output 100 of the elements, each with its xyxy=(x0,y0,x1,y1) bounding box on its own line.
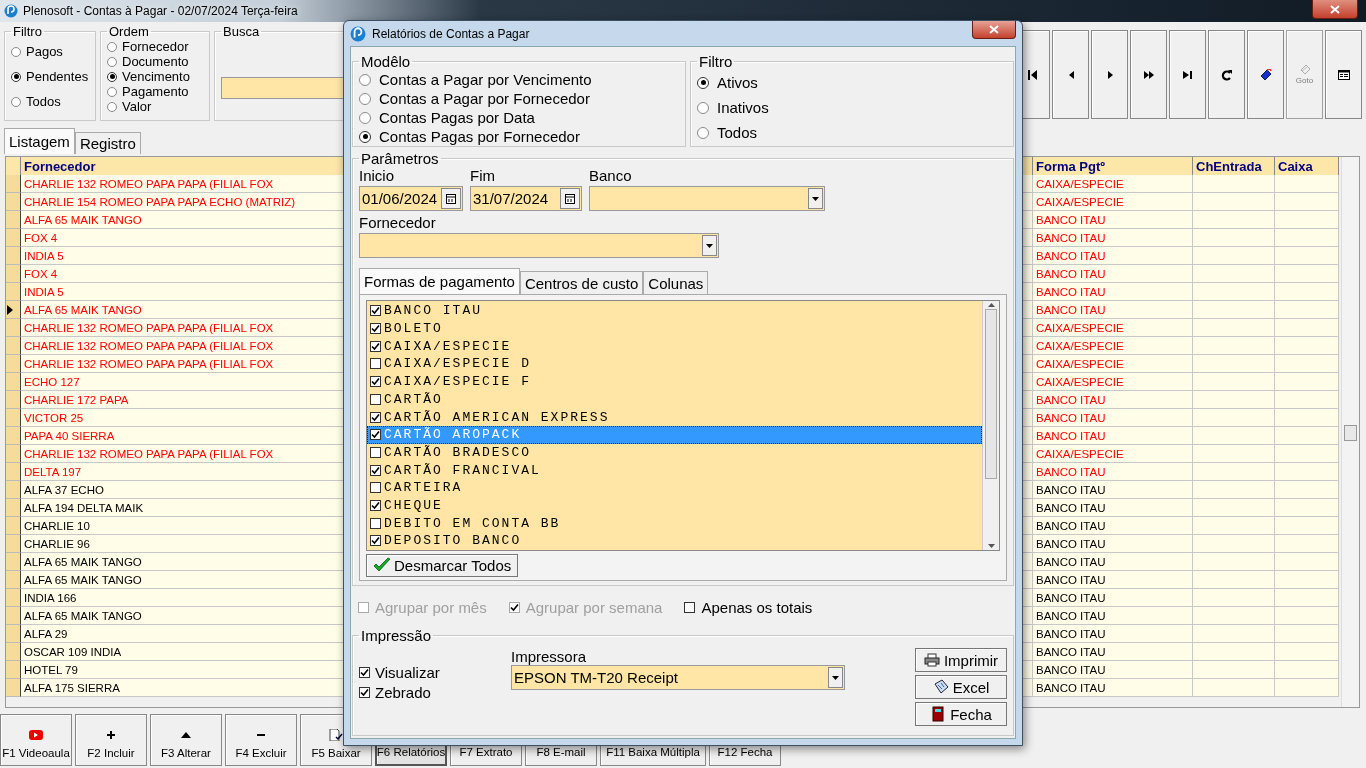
row-selector[interactable] xyxy=(6,445,21,463)
column-header[interactable]: ChEntrada xyxy=(1193,157,1275,177)
filter-radio[interactable]: Todos xyxy=(11,89,89,114)
payment-method-item[interactable]: CAIXA/ESPECIE F xyxy=(367,372,982,391)
row-selector[interactable] xyxy=(6,571,21,589)
tab[interactable]: Registro xyxy=(74,132,141,154)
row-selector[interactable] xyxy=(6,499,21,517)
radio-button[interactable] xyxy=(11,96,21,107)
radio-button[interactable] xyxy=(107,56,117,67)
order-radio[interactable]: Vencimento xyxy=(107,69,203,84)
row-selector[interactable] xyxy=(6,427,21,445)
model-radio[interactable]: Contas a Pagar por Vencimento xyxy=(359,70,679,89)
filter-radio[interactable]: Pagos xyxy=(11,39,89,64)
row-selector[interactable] xyxy=(6,517,21,535)
end-date-field[interactable]: 31/07/2024 xyxy=(470,186,582,211)
row-selector[interactable] xyxy=(6,409,21,427)
payment-method-item[interactable]: DEBITO EM CONTA BB xyxy=(367,514,982,533)
model-radio[interactable]: Contas Pagas por Fornecedor xyxy=(359,127,679,146)
row-selector[interactable] xyxy=(6,301,21,319)
function-key-button[interactable]: F4 Excluir xyxy=(225,714,297,766)
payment-method-item[interactable]: BANCO ITAU xyxy=(367,302,982,320)
book-button[interactable] xyxy=(1247,30,1284,119)
filter-radio[interactable]: Pendentes xyxy=(11,64,89,89)
row-selector[interactable] xyxy=(6,373,21,391)
prev-button[interactable] xyxy=(1052,30,1089,119)
radio-button[interactable] xyxy=(11,71,21,82)
radio-button[interactable] xyxy=(697,101,709,114)
print-checkbox[interactable]: Visualizar xyxy=(359,662,511,682)
row-selector[interactable] xyxy=(6,481,21,499)
close-button[interactable]: Fecha xyxy=(915,702,1007,726)
row-selector[interactable] xyxy=(6,355,21,373)
close-button[interactable] xyxy=(972,21,1016,39)
order-radio[interactable]: Pagamento xyxy=(107,84,203,99)
refresh-button[interactable] xyxy=(1208,30,1245,119)
tab[interactable]: Colunas xyxy=(643,271,709,294)
row-selector[interactable] xyxy=(6,193,21,211)
payment-method-item[interactable]: CAIXA/ESPECIE D xyxy=(367,355,982,373)
payment-method-item[interactable]: CHEQUE xyxy=(367,496,982,515)
row-selector[interactable] xyxy=(6,229,21,247)
model-radio[interactable]: Contas a Pagar por Fornecedor xyxy=(359,89,679,108)
radio-button[interactable] xyxy=(359,130,371,143)
last-button[interactable] xyxy=(1169,30,1206,119)
function-key-button[interactable]: F3 Alterar xyxy=(150,714,222,766)
row-selector[interactable] xyxy=(6,175,21,193)
row-selector[interactable] xyxy=(6,463,21,481)
row-selector[interactable] xyxy=(6,679,21,697)
row-selector[interactable] xyxy=(6,661,21,679)
next-button[interactable] xyxy=(1091,30,1128,119)
payment-method-item[interactable]: CAIXA/ESPECIE xyxy=(367,337,982,356)
printer-dropdown[interactable]: EPSON TM-T20 Receipt xyxy=(511,665,845,690)
radio-button[interactable] xyxy=(359,92,371,105)
row-selector[interactable] xyxy=(6,319,21,337)
row-selector[interactable] xyxy=(6,607,21,625)
filter-radio[interactable]: Inativos xyxy=(697,95,1007,120)
radio-button[interactable] xyxy=(107,41,117,52)
form-button[interactable] xyxy=(1325,30,1362,119)
radio-button[interactable] xyxy=(107,101,117,112)
payment-method-item[interactable]: CARTÃO AMERICAN EXPRESS xyxy=(367,408,982,426)
scrollbar[interactable] xyxy=(982,301,999,550)
payment-method-item[interactable]: CARTÃO FRANCIVAL xyxy=(367,461,982,480)
row-selector[interactable] xyxy=(6,643,21,661)
row-selector[interactable] xyxy=(6,337,21,355)
uncheck-all-button[interactable]: Desmarcar Todos xyxy=(366,553,519,577)
radio-button[interactable] xyxy=(107,71,117,82)
row-selector[interactable] xyxy=(6,211,21,229)
payment-method-item[interactable]: CARTÃO BRADESCO xyxy=(367,443,982,462)
order-radio[interactable]: Fornecedor xyxy=(107,39,203,54)
filter-radio[interactable]: Todos xyxy=(697,120,1007,145)
row-selector[interactable] xyxy=(6,247,21,265)
print-button[interactable]: Imprimir xyxy=(915,648,1007,672)
function-key-button[interactable]: F1 Videoaula xyxy=(0,714,72,766)
radio-button[interactable] xyxy=(359,111,371,124)
tab[interactable]: Listagem xyxy=(4,128,75,154)
radio-button[interactable] xyxy=(11,46,21,57)
order-radio[interactable]: Documento xyxy=(107,54,203,69)
row-selector[interactable] xyxy=(6,589,21,607)
order-radio[interactable]: Valor xyxy=(107,99,203,114)
row-selector[interactable] xyxy=(6,535,21,553)
row-selector[interactable] xyxy=(6,283,21,301)
row-selector[interactable] xyxy=(6,391,21,409)
skip-button[interactable] xyxy=(1130,30,1167,119)
excel-button[interactable]: Excel xyxy=(915,675,1007,699)
column-header[interactable]: Forma Pgtº xyxy=(1033,157,1193,177)
model-radio[interactable]: Contas Pagas por Data xyxy=(359,108,679,127)
payment-method-item[interactable]: DEPOSITO BANCO xyxy=(367,532,982,550)
close-button[interactable] xyxy=(1312,0,1358,19)
start-date-field[interactable]: 01/06/2024 xyxy=(359,186,463,211)
scrollbar[interactable] xyxy=(1341,157,1359,707)
radio-button[interactable] xyxy=(359,73,371,86)
function-key-button[interactable]: F2 Incluir xyxy=(75,714,147,766)
tab[interactable]: Centros de custo xyxy=(519,271,644,294)
payment-method-item[interactable]: BOLETO xyxy=(367,319,982,338)
filter-radio[interactable]: Ativos xyxy=(697,70,1007,95)
radio-button[interactable] xyxy=(107,86,117,97)
row-selector[interactable] xyxy=(6,553,21,571)
row-selector[interactable] xyxy=(6,265,21,283)
tab[interactable]: Formas de pagamento xyxy=(359,268,520,294)
radio-button[interactable] xyxy=(697,76,709,89)
payment-method-item[interactable]: CARTEIRA xyxy=(367,479,982,497)
column-header[interactable]: Caixa xyxy=(1275,157,1339,177)
